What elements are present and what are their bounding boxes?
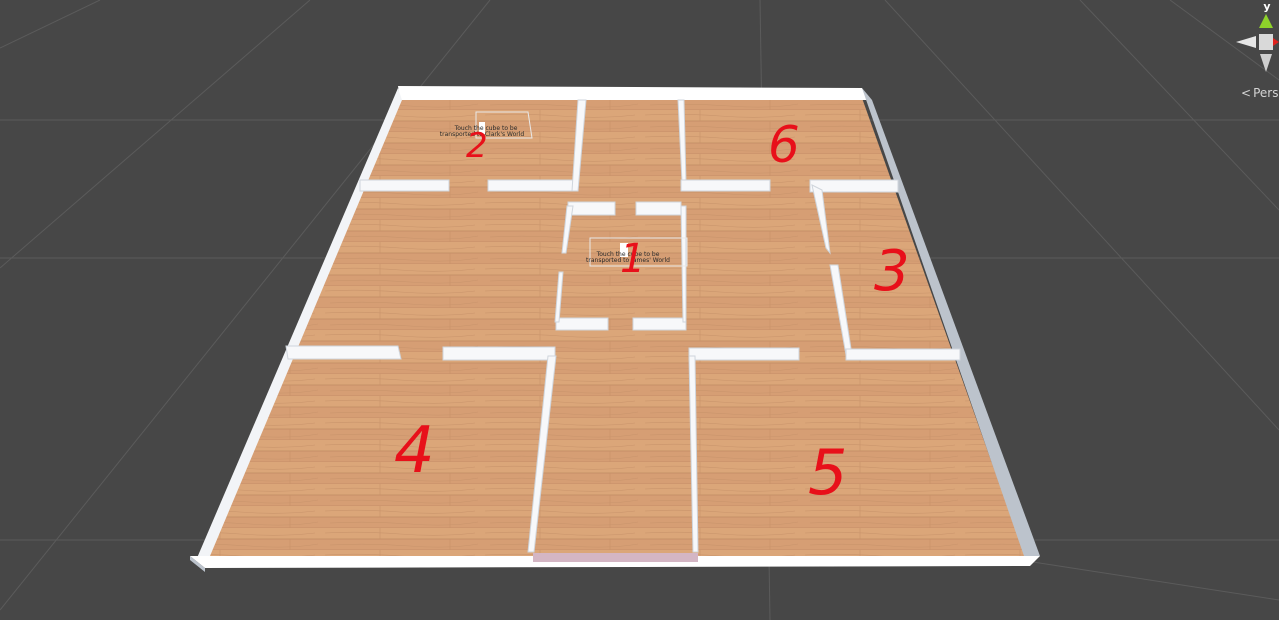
scene-viewport[interactable]: Touch the cube to be transported to Clar… xyxy=(0,0,1279,620)
doorway-threshold xyxy=(533,553,698,562)
room-number-5: 5 xyxy=(808,436,847,509)
room-number-2: 2 xyxy=(466,126,488,166)
room-number-1: 1 xyxy=(620,236,645,282)
floor-plane[interactable] xyxy=(207,98,1025,556)
room-number-6: 6 xyxy=(768,116,800,174)
gizmo-center-cube-icon xyxy=(1259,34,1273,50)
gizmo-neg-x-cone-icon xyxy=(1236,36,1256,48)
projection-toggle[interactable]: < Pers xyxy=(1241,86,1278,100)
gizmo-y-cone-icon xyxy=(1259,14,1273,28)
projection-label: Pers xyxy=(1253,86,1279,100)
room-number-3: 3 xyxy=(874,239,910,304)
orientation-gizmo[interactable] xyxy=(1236,14,1279,72)
gizmo-x-cone-icon xyxy=(1273,38,1279,46)
gizmo-y-label: y xyxy=(1263,0,1271,13)
chevron-left-icon: < xyxy=(1241,86,1252,100)
gizmo-neg-y-cone-icon xyxy=(1260,54,1272,72)
room-number-4: 4 xyxy=(394,414,435,488)
scene-canvas[interactable]: Touch the cube to be transported to Clar… xyxy=(0,0,1279,620)
